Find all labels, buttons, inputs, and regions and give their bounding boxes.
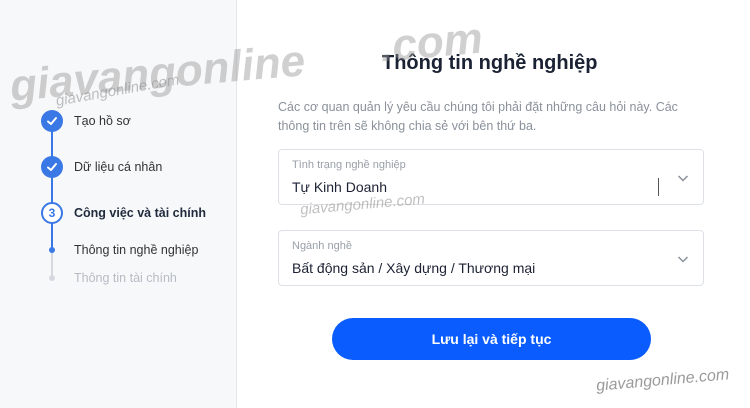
substep-label-finance-info: Thông tin tài chính	[74, 271, 177, 285]
field-value: Bất động sản / Xây dựng / Thương mại	[292, 260, 536, 276]
text-cursor	[658, 178, 659, 196]
step-label-create-profile[interactable]: Tạo hồ sơ	[74, 114, 131, 128]
progress-sidebar: Tạo hồ sơ Dữ liệu cá nhân 3 Công việc và…	[0, 0, 237, 408]
save-continue-button[interactable]: Lưu lại và tiếp tục	[332, 318, 651, 360]
step-number-badge: 3	[41, 202, 63, 224]
occupation-status-select[interactable]: Tình trạng nghề nghiệp Tự Kinh Doanh	[278, 149, 704, 205]
industry-select[interactable]: Ngành nghề Bất động sản / Xây dựng / Thư…	[278, 230, 704, 286]
page-description: Các cơ quan quản lý yêu cầu chúng tôi ph…	[278, 100, 678, 133]
chevron-down-icon[interactable]	[677, 172, 689, 184]
substep-label-career-info[interactable]: Thông tin nghề nghiệp	[74, 243, 198, 257]
substep-dot	[49, 247, 55, 253]
field-value: Tự Kinh Doanh	[292, 179, 387, 195]
field-label: Ngành nghề	[292, 240, 352, 252]
step-check-icon	[41, 156, 63, 178]
chevron-down-icon[interactable]	[677, 253, 689, 265]
step-label-work-finance[interactable]: Công việc và tài chính	[74, 206, 206, 220]
step-label-personal-data[interactable]: Dữ liệu cá nhân	[74, 160, 162, 174]
check-icon	[47, 117, 57, 125]
page-title: Thông tin nghề nghiệp	[382, 52, 598, 74]
check-icon	[47, 163, 57, 171]
step-check-icon	[41, 110, 63, 132]
field-label: Tình trạng nghề nghiệp	[292, 159, 406, 171]
substep-dot	[49, 275, 55, 281]
step-connector	[51, 250, 53, 278]
